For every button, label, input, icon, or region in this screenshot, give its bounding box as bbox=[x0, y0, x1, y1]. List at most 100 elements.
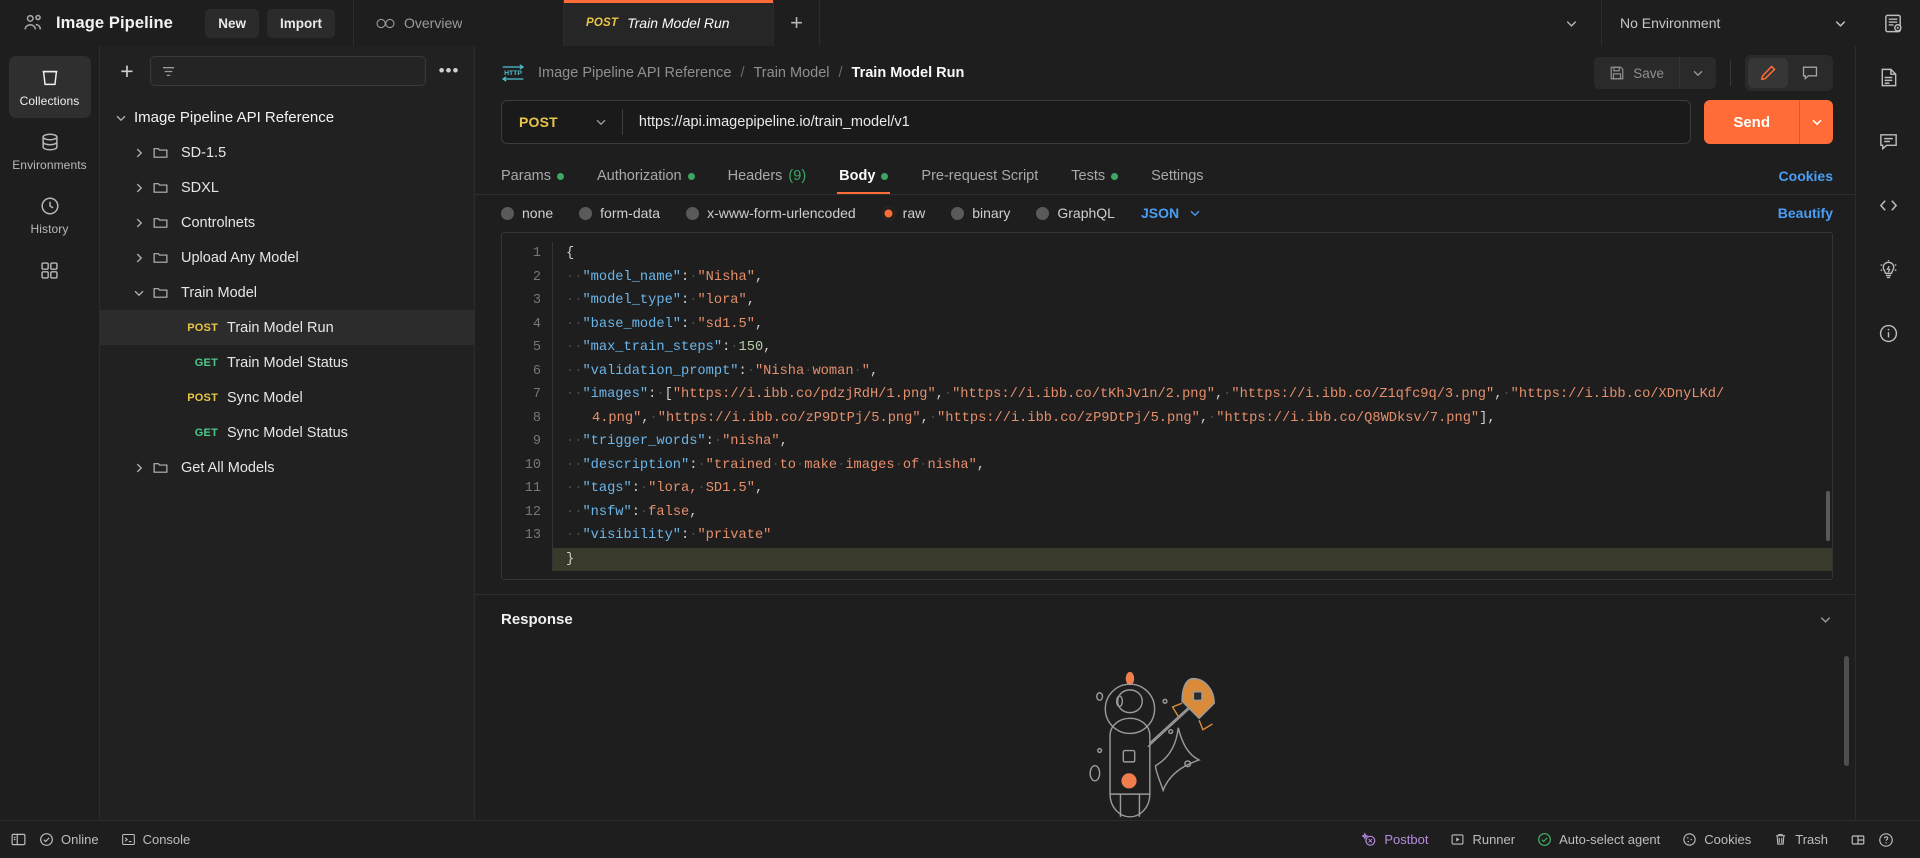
sidebar-item-environments[interactable]: Environments bbox=[9, 120, 91, 182]
code-line: ··"base_model":·"sd1.5", bbox=[552, 312, 1832, 337]
editor-scrollbar[interactable] bbox=[1826, 491, 1830, 542]
tab-params[interactable]: Params bbox=[501, 168, 564, 194]
tab-body[interactable]: Body bbox=[837, 168, 891, 195]
send-options-chevron-down-icon[interactable] bbox=[1799, 100, 1833, 144]
folder-icon bbox=[152, 249, 174, 266]
help-circle-icon[interactable] bbox=[1878, 832, 1894, 848]
response-scrollbar[interactable] bbox=[1844, 656, 1849, 767]
tree-item-folder-get-all-models[interactable]: Get All Models bbox=[100, 450, 474, 485]
environment-quick-look-icon[interactable] bbox=[1866, 0, 1920, 46]
import-button[interactable]: Import bbox=[267, 8, 335, 38]
body-type-raw-label: raw bbox=[902, 205, 926, 222]
environment-selector[interactable]: No Environment bbox=[1601, 0, 1866, 46]
tab-tests[interactable]: Tests bbox=[1071, 168, 1119, 194]
documentation-icon[interactable] bbox=[1867, 58, 1909, 96]
editor-code-area[interactable]: {··"model_name":·"Nisha", ··"model_type":… bbox=[552, 233, 1832, 579]
send-button[interactable]: Send bbox=[1704, 100, 1799, 144]
tab-train-model-run[interactable]: POST Train Model Run bbox=[564, 0, 774, 46]
chevron-right-icon bbox=[126, 216, 152, 230]
pencil-edit-icon[interactable] bbox=[1748, 58, 1788, 88]
status-auto-select-agent[interactable]: Auto-select agent bbox=[1537, 832, 1660, 847]
body-type-graphql[interactable]: GraphQL bbox=[1036, 205, 1115, 221]
save-caret-chevron-down-icon[interactable] bbox=[1679, 57, 1716, 89]
new-button[interactable]: New bbox=[205, 8, 259, 38]
folder-icon bbox=[152, 179, 174, 196]
sidebar-item-apps[interactable] bbox=[9, 248, 91, 292]
main-body: Collections Environments History + ••• I… bbox=[0, 46, 1920, 820]
tab-headers[interactable]: Headers (9) bbox=[728, 168, 807, 194]
line-number: 1 bbox=[532, 246, 541, 262]
tree-item-request-train-model-run[interactable]: POST Train Model Run bbox=[100, 310, 474, 345]
body-type-urlencoded-label: x-www-form-urlencoded bbox=[707, 205, 856, 222]
method-badge: POST bbox=[187, 321, 218, 334]
layout-panes-icon[interactable] bbox=[1850, 832, 1866, 848]
tree-item-folder-upload-any-model[interactable]: Upload Any Model bbox=[100, 240, 474, 275]
request-pane: HTTP Image Pipeline API Reference / Trai… bbox=[475, 46, 1855, 820]
code-line: ··"trigger_words":·"nisha", bbox=[552, 430, 1832, 454]
tree-item-folder-controlnets[interactable]: Controlnets bbox=[100, 205, 474, 240]
chevron-right-icon bbox=[126, 251, 152, 265]
breadcrumb-item-folder[interactable]: Train Model bbox=[753, 65, 829, 81]
save-button[interactable]: Save bbox=[1594, 57, 1679, 89]
raw-format-selector[interactable]: JSON bbox=[1141, 205, 1202, 221]
method-selector[interactable]: POST bbox=[502, 101, 622, 143]
tree-item-request-sync-model[interactable]: POST Sync Model bbox=[100, 380, 474, 415]
sidebar-toggle-icon[interactable] bbox=[10, 831, 27, 848]
info-circle-icon[interactable] bbox=[1867, 314, 1909, 352]
sidebar-item-collections[interactable]: Collections bbox=[8, 56, 91, 118]
tree-item-folder-train-model[interactable]: Train Model bbox=[100, 275, 474, 310]
filter-icon bbox=[160, 63, 177, 80]
new-tab-button[interactable]: + bbox=[774, 0, 820, 46]
status-cookies[interactable]: Cookies bbox=[1682, 832, 1751, 847]
lightbulb-info-icon[interactable] bbox=[1867, 250, 1909, 288]
tree-item-label: Controlnets bbox=[181, 214, 256, 231]
body-type-form-data[interactable]: form-data bbox=[579, 205, 660, 221]
tab-params-label: Params bbox=[501, 168, 551, 185]
comment-icon[interactable] bbox=[1867, 122, 1909, 160]
response-empty-state bbox=[475, 644, 1855, 820]
sidebar-item-history[interactable]: History bbox=[9, 184, 91, 246]
status-postbot[interactable]: Postbot bbox=[1362, 832, 1428, 847]
tab-list-chevron-down-icon[interactable] bbox=[1542, 0, 1601, 46]
status-trash[interactable]: Trash bbox=[1773, 832, 1828, 847]
body-type-none[interactable]: none bbox=[501, 205, 553, 221]
sidebar-item-environments-label: Environments bbox=[12, 157, 87, 172]
more-options-icon[interactable]: ••• bbox=[436, 61, 462, 81]
tab-pre-request-script[interactable]: Pre-request Script bbox=[921, 168, 1038, 194]
response-collapse-chevron-down-icon[interactable] bbox=[1818, 612, 1833, 627]
chevron-right-icon bbox=[126, 181, 152, 195]
comment-icon[interactable] bbox=[1790, 58, 1830, 88]
tab-overview[interactable]: Overview bbox=[354, 0, 564, 46]
search-input[interactable] bbox=[150, 56, 426, 86]
tab-authorization[interactable]: Authorization bbox=[597, 168, 695, 194]
status-runner[interactable]: Runner bbox=[1450, 832, 1515, 847]
code-line: ··"description":·"trained·to·make·images… bbox=[552, 453, 1832, 478]
status-online[interactable]: Online bbox=[39, 832, 99, 847]
trash-icon bbox=[1773, 832, 1788, 847]
modified-dot-icon bbox=[881, 172, 889, 180]
tree-item-folder-sd15[interactable]: SD-1.5 bbox=[100, 135, 474, 170]
chevron-right-icon bbox=[126, 461, 152, 475]
plus-icon[interactable]: + bbox=[114, 58, 140, 84]
status-console[interactable]: Console bbox=[121, 832, 190, 847]
apps-grid-icon bbox=[39, 259, 60, 281]
breadcrumb-item-collection[interactable]: Image Pipeline API Reference bbox=[538, 65, 731, 81]
tree-item-folder-sdxl[interactable]: SDXL bbox=[100, 170, 474, 205]
tab-settings[interactable]: Settings bbox=[1151, 168, 1203, 194]
chevron-down-icon bbox=[1188, 206, 1202, 220]
tree-item-collection[interactable]: Image Pipeline API Reference bbox=[100, 100, 474, 135]
body-code-editor[interactable]: 1 2 3 4 5 6 7 8 9 10 11 12 13 {··"model_… bbox=[501, 232, 1833, 581]
body-type-x-www-form-urlencoded[interactable]: x-www-form-urlencoded bbox=[686, 205, 856, 221]
beautify-button[interactable]: Beautify bbox=[1778, 205, 1833, 221]
response-title: Response bbox=[501, 611, 573, 629]
tree-item-request-train-model-status[interactable]: GET Train Model Status bbox=[100, 345, 474, 380]
body-type-raw[interactable]: raw bbox=[881, 205, 926, 222]
tab-method-badge: POST bbox=[586, 17, 619, 29]
code-line: ··"model_name":·"Nisha", bbox=[552, 265, 1832, 290]
body-type-binary[interactable]: binary bbox=[951, 205, 1010, 221]
tree-item-request-sync-model-status[interactable]: GET Sync Model Status bbox=[100, 415, 474, 450]
cookies-link[interactable]: Cookies bbox=[1779, 168, 1833, 194]
code-snippet-icon[interactable] bbox=[1867, 186, 1909, 224]
url-input[interactable]: https://api.imagepipeline.io/train_model… bbox=[623, 114, 1690, 130]
line-number: 2 bbox=[532, 269, 541, 285]
